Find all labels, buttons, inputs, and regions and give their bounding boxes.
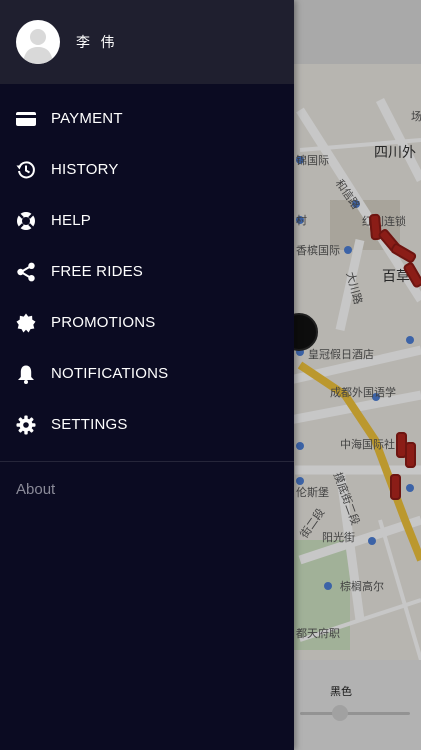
menu-item-label: PROMOTIONS [51,314,156,331]
user-name: 李 伟 [76,35,118,51]
menu-item-history[interactable]: HISTORY [0,144,294,195]
menu-item-promotions[interactable]: PROMOTIONS [0,297,294,348]
side-drawer: 李 伟 PAYMENT HISTORY HELP FREE RIDES PROM… [0,0,294,750]
profile-header[interactable]: 李 伟 [0,0,294,84]
menu-divider [0,461,294,462]
menu-item-notifications[interactable]: NOTIFICATIONS [0,348,294,399]
menu-item-label: FREE RIDES [51,263,144,280]
menu-item-label: HELP [51,212,91,229]
menu-item-label: HISTORY [51,161,119,178]
menu-item-label: SETTINGS [51,416,128,433]
credit-card-icon [16,109,36,129]
menu-item-free-rides[interactable]: FREE RIDES [0,246,294,297]
gear-icon [16,415,36,435]
history-clock-icon [16,160,36,180]
drawer-menu: PAYMENT HISTORY HELP FREE RIDES PROMOTIO… [0,84,294,450]
bell-icon [16,364,36,384]
about-link[interactable]: About [16,481,55,498]
menu-item-help[interactable]: HELP [0,195,294,246]
person-silhouette-icon [23,29,53,64]
lifebuoy-icon [16,211,36,231]
menu-item-payment[interactable]: PAYMENT [0,93,294,144]
avatar[interactable] [16,20,60,64]
promo-badge-icon [16,313,36,333]
menu-item-settings[interactable]: SETTINGS [0,399,294,450]
menu-item-label: PAYMENT [51,110,123,127]
share-icon [16,262,36,282]
menu-item-label: NOTIFICATIONS [51,365,169,382]
